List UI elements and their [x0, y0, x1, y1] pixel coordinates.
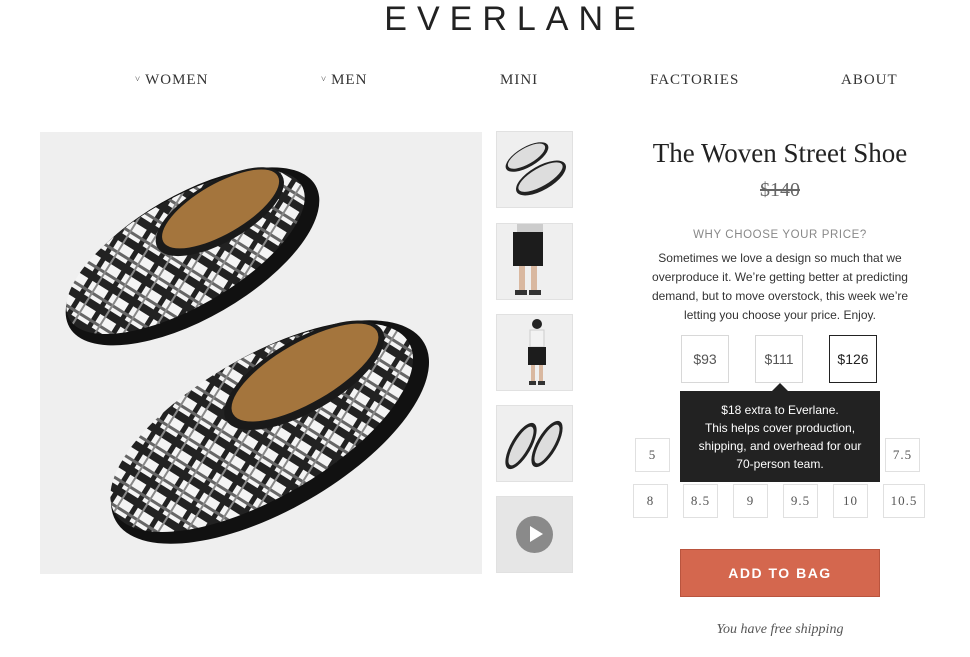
thumbnail-model-shorts[interactable]: [496, 223, 573, 300]
thumbnail-shoe-pair[interactable]: [496, 131, 573, 208]
play-icon[interactable]: [516, 516, 553, 553]
tooltip-headline: $18 extra to Everlane.: [721, 403, 839, 417]
price-tooltip: $18 extra to Everlane. This helps cover …: [680, 383, 880, 482]
shoe-top-thumbnail-image: [505, 420, 563, 470]
size-option-10[interactable]: 10: [833, 484, 868, 518]
product-main-image[interactable]: [40, 132, 482, 574]
model-full-thumbnail-image: [528, 319, 546, 385]
tooltip-body: This helps cover production, shipping, a…: [698, 421, 862, 471]
nav-mini[interactable]: MINI: [500, 72, 538, 89]
free-shipping-note: You have free shipping: [716, 622, 844, 637]
nav-about[interactable]: ABOUT: [841, 72, 898, 89]
main-nav: ˅ WOMEN ˅ MEN MINI FACTORIES ABOUT: [0, 72, 970, 92]
add-to-bag-button[interactable]: ADD TO BAG: [680, 549, 880, 597]
nav-men[interactable]: ˅ MEN: [321, 72, 367, 89]
size-option-9-5[interactable]: 9.5: [783, 484, 818, 518]
size-option-8[interactable]: 8: [633, 484, 668, 518]
woven-shoe-illustration: [65, 167, 430, 544]
price-option-111[interactable]: $111: [755, 335, 803, 383]
price-option-126[interactable]: $126: [829, 335, 877, 383]
brand-logo[interactable]: EVERLANE: [0, 0, 970, 39]
why-choose-heading: WHY CHOOSE YOUR PRICE?: [693, 229, 867, 241]
size-option-8-5[interactable]: 8.5: [683, 484, 718, 518]
chevron-down-icon: ˅: [321, 74, 328, 84]
nav-women[interactable]: ˅ WOMEN: [135, 72, 208, 89]
product-title: The Woven Street Shoe: [652, 138, 908, 168]
original-price: $140: [760, 179, 800, 201]
thumbnail-shoe-top[interactable]: [496, 405, 573, 482]
size-option-5[interactable]: 5: [635, 438, 670, 472]
chevron-down-icon: ˅: [135, 74, 142, 84]
choose-price-description: Sometimes we love a design so much that …: [651, 251, 909, 322]
thumbnail-model-full[interactable]: [496, 314, 573, 391]
shoe-thumbnail-image: [505, 142, 566, 196]
nav-factories[interactable]: FACTORIES: [650, 72, 739, 89]
price-option-93[interactable]: $93: [681, 335, 729, 383]
thumbnail-video[interactable]: [496, 496, 573, 573]
size-option-7-5[interactable]: 7.5: [885, 438, 920, 472]
size-option-10-5[interactable]: 10.5: [883, 484, 925, 518]
size-option-9[interactable]: 9: [733, 484, 768, 518]
model-thumbnail-image: [513, 224, 543, 295]
